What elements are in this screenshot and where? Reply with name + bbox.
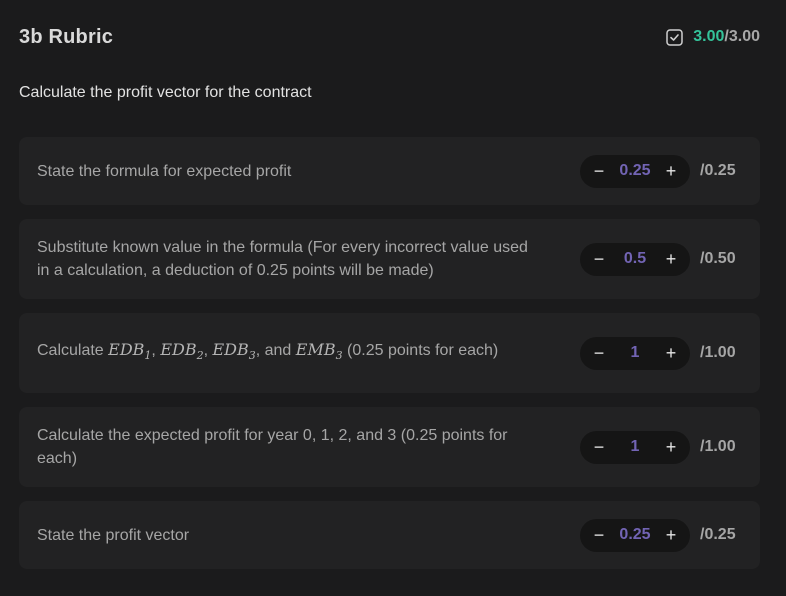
criterion-row: Substitute known value in the formula (F… <box>19 219 760 299</box>
criterion-text: Calculate the expected profit for year 0… <box>37 427 508 467</box>
points-max: /0.25 <box>700 162 736 179</box>
points-stepper: − 0.5 + <box>580 242 690 276</box>
criterion-row: Calculate the expected profit for year 0… <box>19 407 760 487</box>
points-value[interactable]: 1 <box>608 438 662 456</box>
rubric-panel: 3b Rubric 3.00 / 3.00 Calculate the prof… <box>0 0 786 596</box>
increment-button[interactable]: + <box>662 525 680 545</box>
criteria-list: State the formula for expected profit − … <box>19 137 760 583</box>
score-max: 3.00 <box>728 28 760 45</box>
criterion-text: State the profit vector <box>37 526 190 544</box>
points-value[interactable]: 0.5 <box>608 250 662 268</box>
decrement-button[interactable]: − <box>590 161 608 181</box>
points-max: /1.00 <box>700 344 736 361</box>
score-earned: 3.00 <box>693 28 725 45</box>
question-prompt: Calculate the profit vector for the cont… <box>19 84 312 101</box>
criterion-row: State the formula for expected profit − … <box>19 137 760 205</box>
criterion-controls: − 1 + /1.00 <box>580 336 742 370</box>
increment-button[interactable]: + <box>662 437 680 457</box>
decrement-button[interactable]: − <box>590 343 608 363</box>
points-max: /0.50 <box>700 250 736 267</box>
increment-button[interactable]: + <box>662 249 680 269</box>
points-value[interactable]: 1 <box>608 344 662 362</box>
math-edb3: EDB3 <box>212 340 256 363</box>
criterion-controls: − 0.25 + /0.25 <box>580 154 742 188</box>
points-value[interactable]: 0.25 <box>608 162 662 180</box>
criterion-text: Substitute known value in the formula (F… <box>37 239 528 279</box>
decrement-button[interactable]: − <box>590 249 608 269</box>
math-emb3: EMB3 <box>295 340 343 363</box>
checkbox-check-icon <box>666 28 684 46</box>
criterion-row: Calculate EDB1, EDB2, EDB3, and EMB3 (0.… <box>19 313 760 393</box>
points-max: /1.00 <box>700 438 736 455</box>
points-stepper: − 1 + <box>580 336 690 370</box>
rubric-header: 3b Rubric 3.00 / 3.00 <box>19 22 760 52</box>
criterion-controls: − 0.25 + /0.25 <box>580 518 742 552</box>
criterion-text-suffix: (0.25 points for each) <box>342 342 499 360</box>
decrement-button[interactable]: − <box>590 525 608 545</box>
criterion-controls: − 0.5 + /0.50 <box>580 242 742 276</box>
criterion-text: State the formula for expected profit <box>37 162 292 180</box>
increment-button[interactable]: + <box>662 161 680 181</box>
math-edb2: EDB2 <box>160 340 204 363</box>
rubric-title: 3b Rubric <box>19 25 114 48</box>
points-stepper: − 0.25 + <box>580 518 690 552</box>
points-max: /0.25 <box>700 526 736 543</box>
points-stepper: − 0.25 + <box>580 154 690 188</box>
criterion-controls: − 1 + /1.00 <box>580 430 742 464</box>
points-stepper: − 1 + <box>580 430 690 464</box>
increment-button[interactable]: + <box>662 343 680 363</box>
criterion-text: Calculate EDB1, EDB2, EDB3, and EMB3 (0.… <box>37 340 499 363</box>
total-score: 3.00 / 3.00 <box>666 28 760 46</box>
criterion-row: State the profit vector − 0.25 + /0.25 <box>19 501 760 569</box>
criterion-text-prefix: Calculate <box>37 342 109 360</box>
decrement-button[interactable]: − <box>590 437 608 457</box>
points-value[interactable]: 0.25 <box>608 526 662 544</box>
math-edb1: EDB1 <box>108 340 152 363</box>
